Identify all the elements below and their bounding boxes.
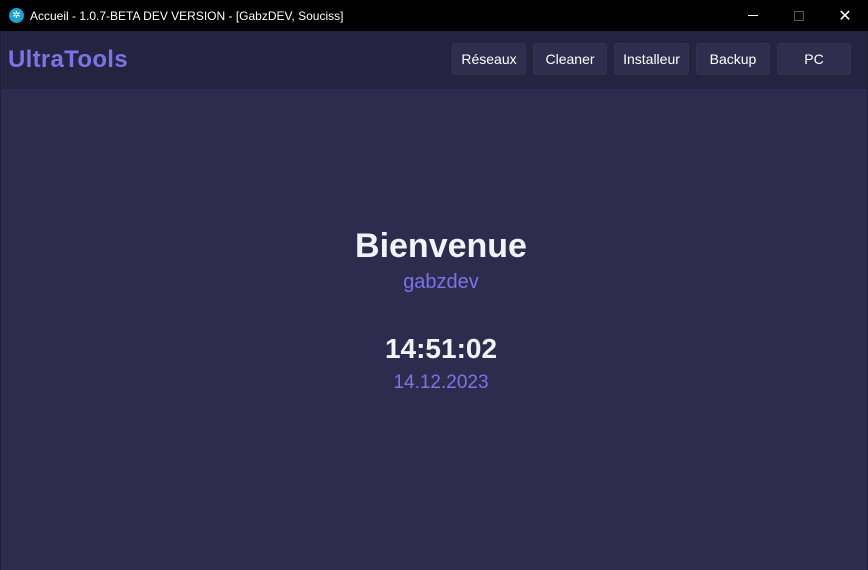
clock-time: 14:51:02 bbox=[384, 333, 498, 364]
username-label: gabzdev bbox=[403, 271, 479, 293]
close-button[interactable]: ✕ bbox=[822, 0, 868, 31]
app-icon: ✲ bbox=[9, 8, 24, 23]
window-title: Accueil - 1.0.7-BETA DEV VERSION - [Gabz… bbox=[30, 8, 344, 23]
window-controls: ✕ bbox=[730, 0, 868, 31]
maximize-button[interactable] bbox=[776, 0, 822, 31]
minimize-button[interactable] bbox=[730, 0, 776, 31]
welcome-heading: Bienvenue bbox=[355, 227, 527, 265]
close-icon: ✕ bbox=[838, 6, 852, 25]
maximize-icon bbox=[794, 10, 804, 21]
clock-date: 14.12.2023 bbox=[393, 372, 489, 393]
minimize-icon bbox=[748, 15, 758, 16]
home-panel: Bienvenue gabzdev 14:51:02 14.12.2023 bbox=[1, 31, 867, 570]
app-window: UltraTools Réseaux Cleaner Installeur Ba… bbox=[0, 31, 868, 570]
window-titlebar: ✲ Accueil - 1.0.7-BETA DEV VERSION - [Ga… bbox=[0, 0, 868, 31]
